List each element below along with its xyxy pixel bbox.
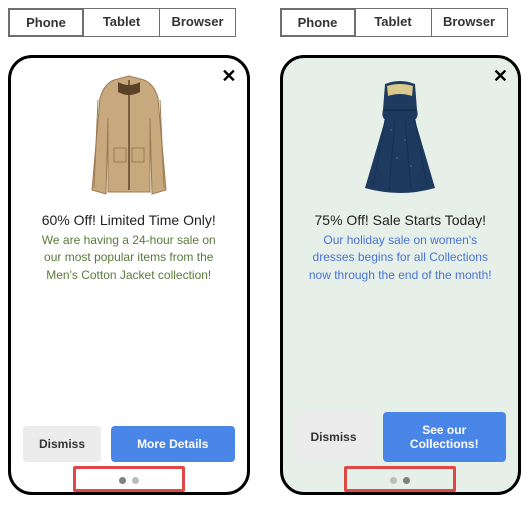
tab-browser[interactable]: Browser — [160, 8, 236, 37]
page-dot-1[interactable] — [119, 477, 126, 484]
tab-tablet[interactable]: Tablet — [356, 8, 432, 37]
see-collections-button[interactable]: See our Collections! — [383, 412, 507, 462]
phone-preview-right: ✕ 75% Off! Sale Starts Today! Our holida… — [280, 55, 522, 495]
page-dot-2[interactable] — [403, 477, 410, 484]
tab-phone[interactable]: Phone — [280, 8, 356, 37]
button-bar: Dismiss More Details — [23, 426, 235, 462]
phone-preview-left: ✕ 60% Off! Limited Time Only! We are hav… — [8, 55, 250, 495]
dismiss-button[interactable]: Dismiss — [23, 426, 101, 462]
page-dot-2[interactable] — [132, 477, 139, 484]
close-icon[interactable]: ✕ — [221, 66, 236, 87]
tab-browser[interactable]: Browser — [432, 8, 508, 37]
promo-headline: 75% Off! Sale Starts Today! — [297, 212, 505, 228]
tab-tablet[interactable]: Tablet — [84, 8, 160, 37]
dismiss-button[interactable]: Dismiss — [295, 412, 373, 462]
pagination-dots[interactable] — [390, 477, 410, 484]
pagination-dots[interactable] — [119, 477, 139, 484]
tab-phone[interactable]: Phone — [8, 8, 84, 37]
promo-subtext: We are having a 24-hour sale on our most… — [35, 232, 223, 284]
button-bar: Dismiss See our Collections! — [295, 412, 507, 462]
promo-subtext: Our holiday sale on women's dresses begi… — [307, 232, 495, 284]
product-image-dress — [283, 70, 519, 210]
device-tabs-left: Phone Tablet Browser — [8, 8, 250, 37]
more-details-button[interactable]: More Details — [111, 426, 235, 462]
page-dot-1[interactable] — [390, 477, 397, 484]
device-tabs-right: Phone Tablet Browser — [280, 8, 522, 37]
close-icon[interactable]: ✕ — [493, 66, 508, 87]
promo-headline: 60% Off! Limited Time Only! — [25, 212, 233, 228]
product-image-jacket — [11, 70, 247, 210]
